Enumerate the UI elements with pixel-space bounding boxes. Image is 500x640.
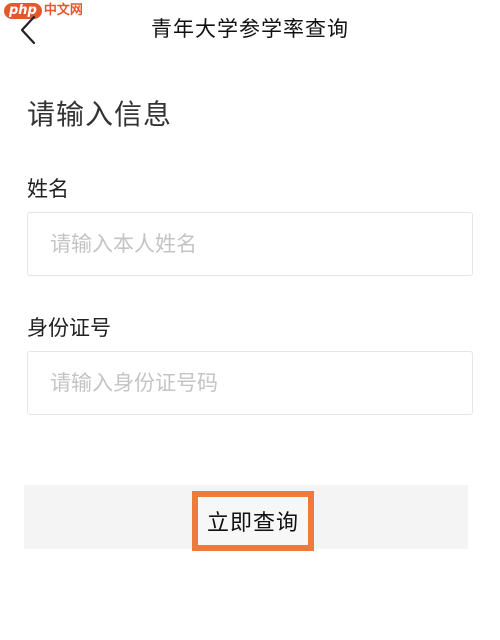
id-number-input[interactable] [28, 352, 472, 414]
name-field-box [27, 212, 473, 276]
page-title: 青年大学参学率查询 [151, 17, 349, 41]
name-input[interactable] [28, 213, 472, 275]
id-number-label: 身份证号 [27, 316, 111, 340]
section-title: 请输入信息 [27, 98, 173, 131]
id-number-field-box [27, 351, 473, 415]
query-page: php 中文网 青年大学参学率查询 请输入信息 姓名 身份证号 立即查询 [0, 0, 500, 640]
header-bar: 青年大学参学率查询 [0, 0, 500, 58]
submit-highlight-frame[interactable]: 立即查询 [192, 491, 314, 551]
query-now-button[interactable]: 立即查询 [198, 497, 308, 545]
name-label: 姓名 [27, 177, 69, 201]
